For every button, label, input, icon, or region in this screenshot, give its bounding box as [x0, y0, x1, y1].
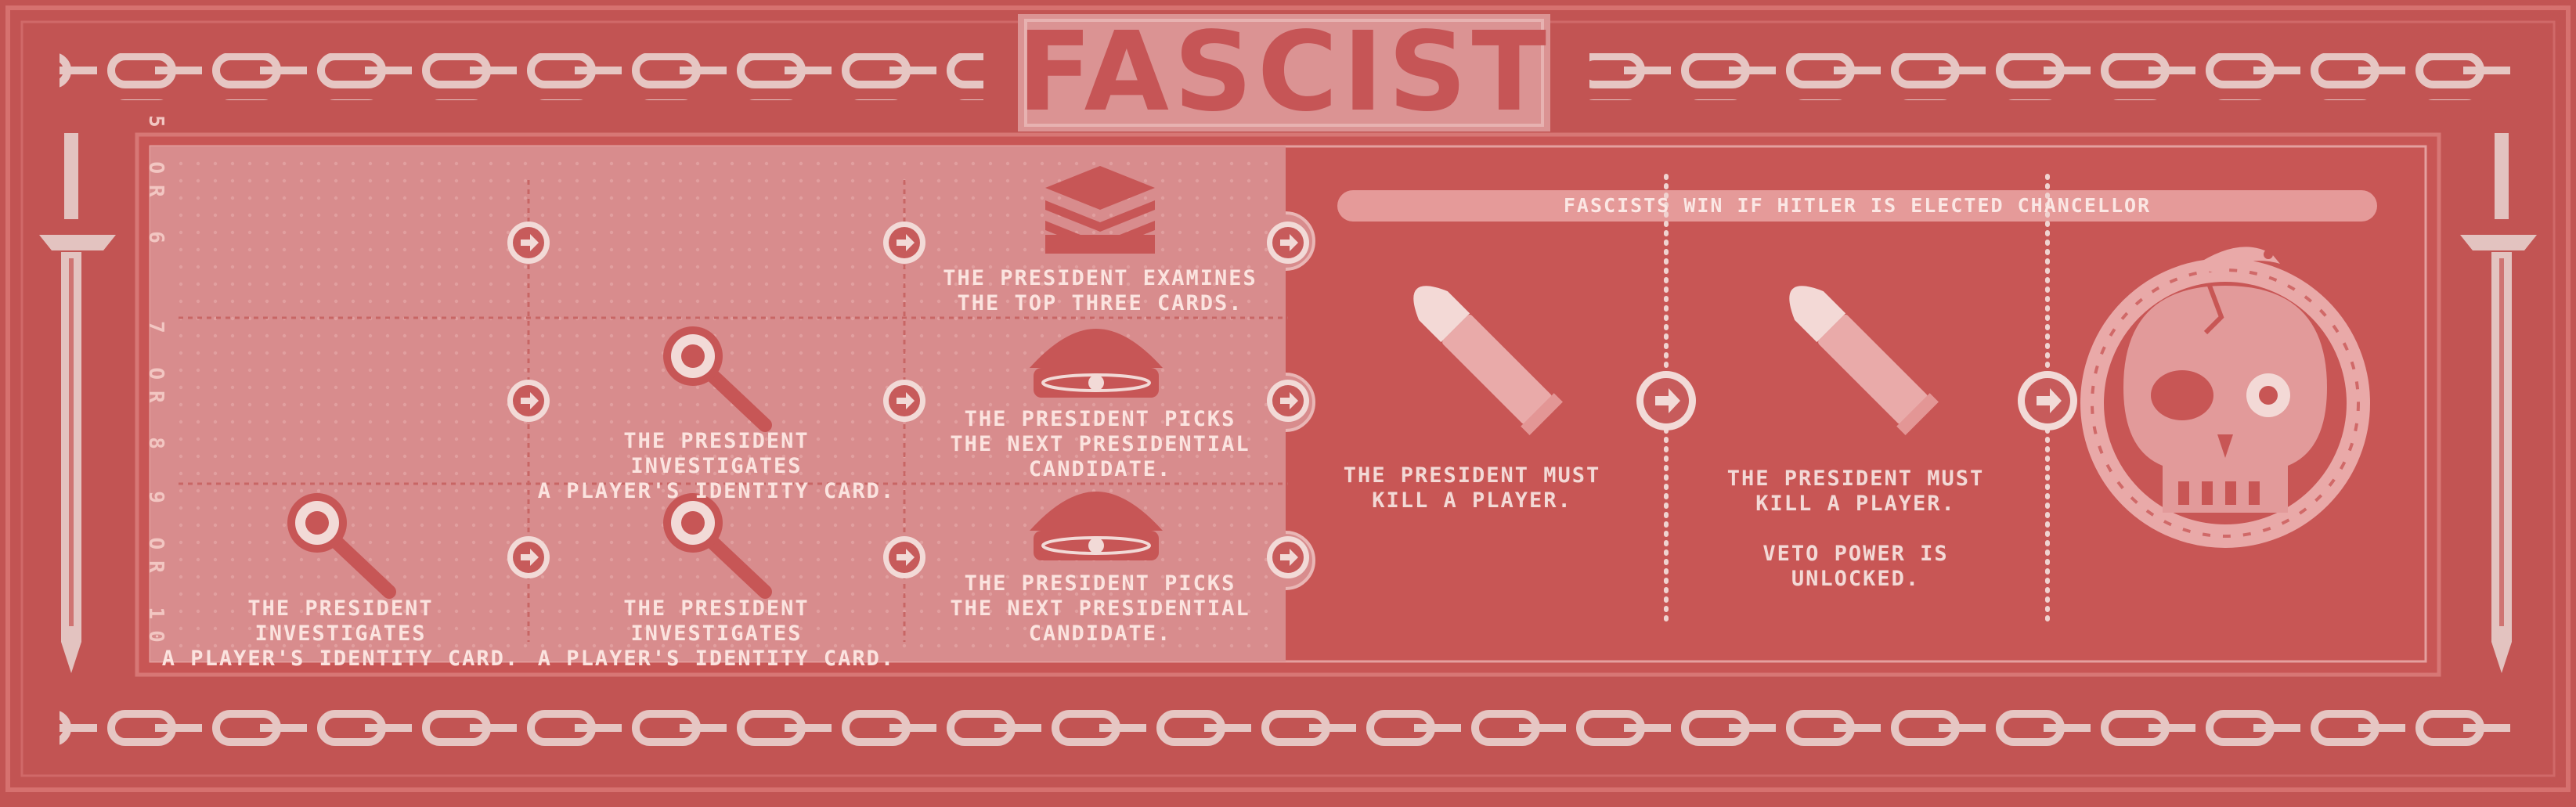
rule-banner: FASCISTS WIN IF HITLER IS ELECTED CHANCE…: [1563, 194, 2152, 217]
chain-bottom-icon: [60, 703, 2518, 750]
arrow-icon: [507, 222, 550, 264]
arrow-icon: [507, 536, 550, 578]
power-special-election: THE PRESIDENT PICKS THE NEXT PRESIDENTIA…: [950, 407, 1250, 481]
arrow-icon: [883, 380, 925, 422]
player-count-9-10: 9 OR 10: [144, 491, 168, 654]
arrow-icon: [507, 380, 550, 422]
power-examine-top-cards: THE PRESIDENT EXAMINES THE TOP THREE CAR…: [943, 266, 1257, 315]
power-investigate-loyalty: THE PRESIDENT INVESTIGATES A PLAYER'S ID…: [537, 429, 896, 503]
arrow-icon: [2018, 371, 2077, 431]
sword-right-icon: [2460, 133, 2537, 673]
arrow-icon: [1267, 222, 1309, 264]
chain-top-left-icon: [60, 53, 983, 100]
power-execution: THE PRESIDENT MUST KILL A PLAYER.: [1343, 463, 1601, 513]
power-special-election: THE PRESIDENT PICKS THE NEXT PRESIDENTIA…: [950, 571, 1250, 646]
arrow-icon: [883, 222, 925, 264]
fascist-board: FASCIST FASCISTS WIN IF HITLER IS ELECTE…: [0, 0, 2576, 798]
arrow-icon: [883, 536, 925, 578]
arrow-icon: [1636, 371, 1696, 431]
chain-top-right-icon: [1589, 53, 2513, 100]
power-execution-veto: THE PRESIDENT MUST KILL A PLAYER. VETO P…: [1726, 467, 1985, 591]
player-count-labels: 5 OR 6 7 OR 8 9 OR 10: [135, 115, 176, 654]
sword-left-icon: [39, 133, 116, 673]
power-investigate-loyalty: THE PRESIDENT INVESTIGATES A PLAYER'S ID…: [161, 596, 520, 671]
board-title: FASCIST: [1017, 9, 1551, 136]
power-investigate-loyalty: THE PRESIDENT INVESTIGATES A PLAYER'S ID…: [537, 596, 896, 671]
